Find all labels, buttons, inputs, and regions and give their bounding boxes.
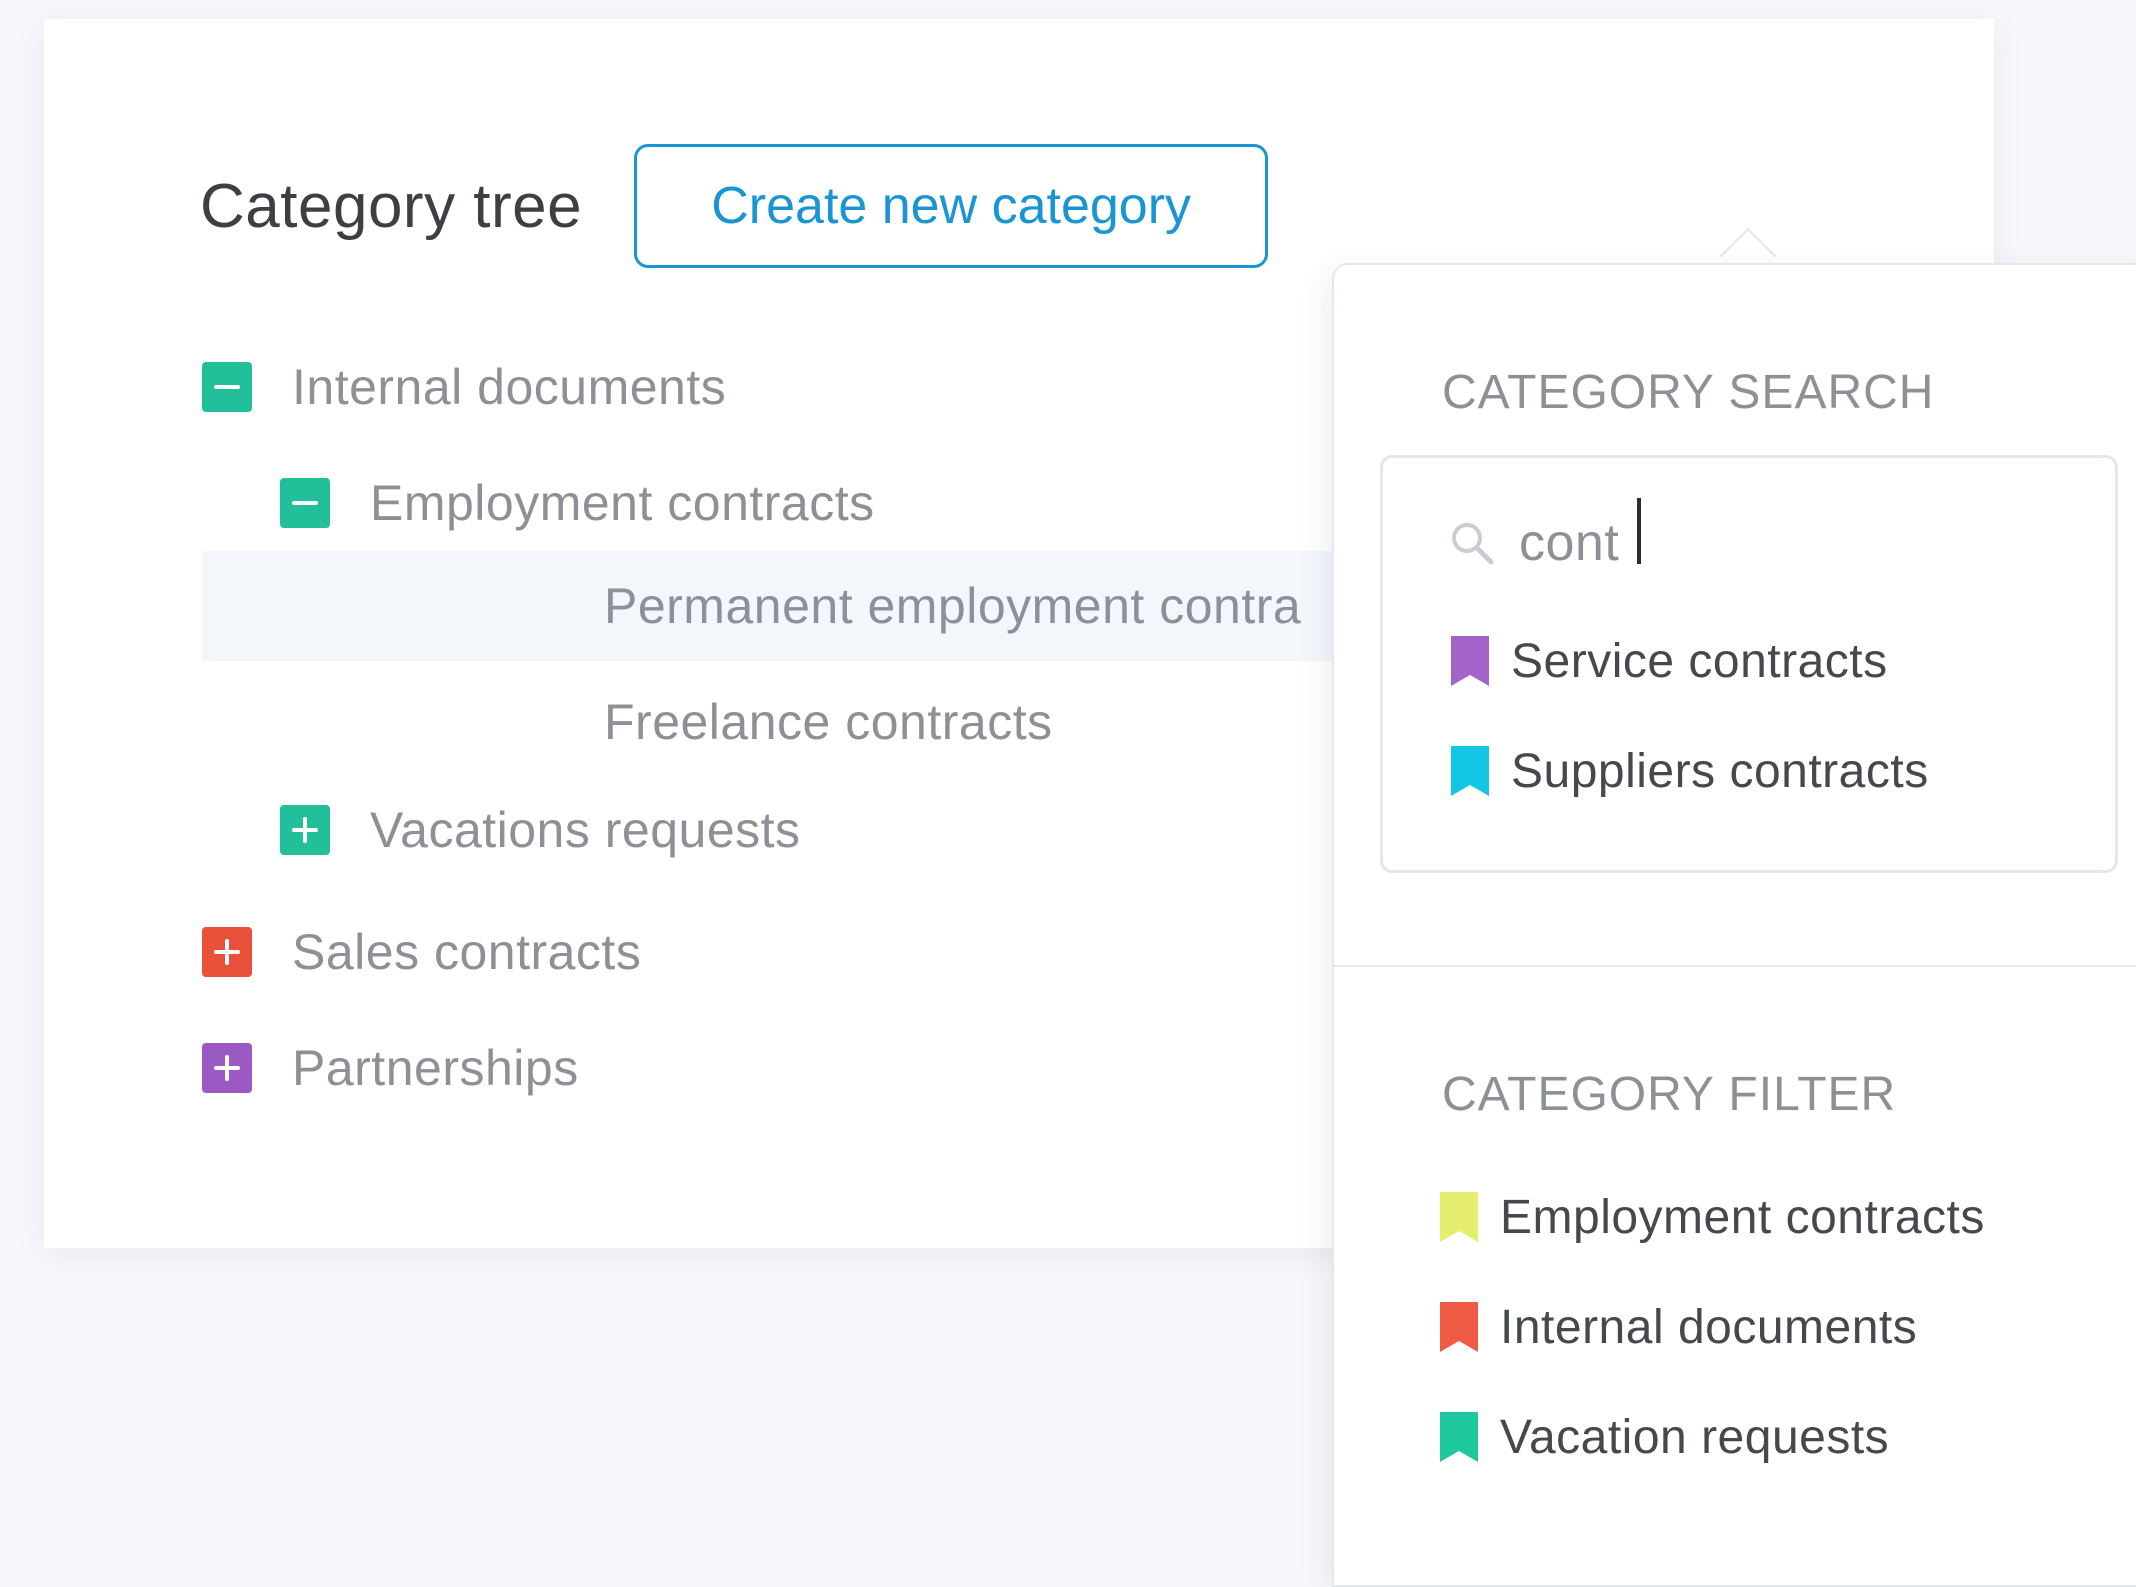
- collapse-icon[interactable]: [202, 362, 252, 412]
- search-result-suppliers-contracts[interactable]: Suppliers contracts: [1451, 726, 1929, 816]
- tree-item-permanent-employment-contracts[interactable]: Permanent employment contra: [604, 551, 1364, 661]
- bookmark-icon: [1451, 746, 1489, 796]
- create-category-button[interactable]: Create new category: [634, 144, 1269, 268]
- tree-item-label: Vacations requests: [370, 802, 801, 858]
- category-search-title: CATEGORY SEARCH: [1442, 366, 1935, 419]
- tree-item-freelance-contracts[interactable]: Freelance contracts: [604, 667, 1053, 777]
- filter-item-employment-contracts[interactable]: Employment contracts: [1440, 1172, 1985, 1262]
- tree-item-label: Partnerships: [292, 1040, 579, 1096]
- tree-item-label: Permanent employment contra: [604, 578, 1302, 634]
- filter-item-label: Internal documents: [1500, 1300, 1918, 1354]
- bookmark-icon: [1451, 636, 1489, 686]
- tree-item-label: Internal documents: [292, 359, 727, 415]
- category-search-box: Service contracts Suppliers contracts: [1380, 455, 2118, 873]
- page-title: Category tree: [200, 171, 583, 241]
- collapse-icon[interactable]: [280, 478, 330, 528]
- text-caret: [1637, 498, 1641, 564]
- search-result-label: Service contracts: [1511, 634, 1888, 688]
- filter-item-vacation-requests[interactable]: Vacation requests: [1440, 1392, 1889, 1482]
- search-input-row: [1447, 493, 2079, 593]
- category-search-input[interactable]: [1519, 513, 2079, 573]
- expand-icon[interactable]: [280, 805, 330, 855]
- search-result-service-contracts[interactable]: Service contracts: [1451, 616, 1888, 706]
- tree-item-label: Freelance contracts: [604, 694, 1053, 750]
- tree-item-employment-contracts[interactable]: Employment contracts: [280, 448, 875, 558]
- expand-icon[interactable]: [202, 927, 252, 977]
- filter-item-label: Employment contracts: [1500, 1190, 1985, 1244]
- card-header: Category tree Create new category: [200, 144, 1269, 268]
- tree-item-partnerships[interactable]: Partnerships: [202, 1013, 579, 1123]
- tree-item-sales-contracts[interactable]: Sales contracts: [202, 897, 641, 1007]
- bookmark-icon: [1440, 1412, 1478, 1462]
- tree-item-internal-documents[interactable]: Internal documents: [202, 332, 726, 442]
- filter-item-label: Vacation requests: [1500, 1410, 1890, 1464]
- search-result-label: Suppliers contracts: [1511, 744, 1929, 798]
- popover-divider: [1334, 965, 2136, 967]
- category-filter-title: CATEGORY FILTER: [1442, 1068, 1897, 1121]
- tree-item-vacations-requests[interactable]: Vacations requests: [280, 775, 801, 885]
- expand-icon[interactable]: [202, 1043, 252, 1093]
- bookmark-icon: [1440, 1192, 1478, 1242]
- bookmark-icon: [1440, 1302, 1478, 1352]
- tree-item-label: Employment contracts: [370, 475, 875, 531]
- search-icon: [1452, 523, 1494, 565]
- filter-item-internal-documents[interactable]: Internal documents: [1440, 1282, 1917, 1372]
- tree-item-label: Sales contracts: [292, 924, 642, 980]
- category-popover: CATEGORY SEARCH Service contracts Suppli…: [1332, 263, 2136, 1587]
